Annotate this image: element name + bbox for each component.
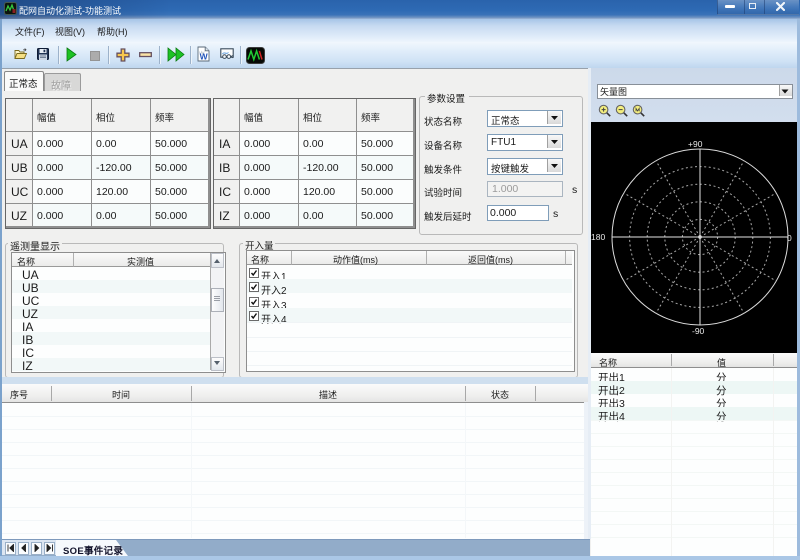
svg-text:W: W xyxy=(200,52,209,62)
